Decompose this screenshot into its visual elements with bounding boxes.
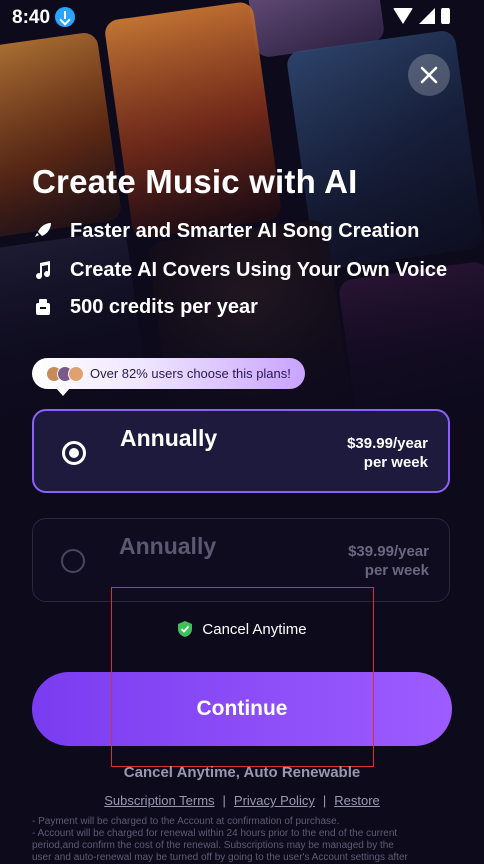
radio-unselected[interactable] <box>61 549 85 573</box>
cancel-anytime-text: Cancel Anytime <box>202 620 307 638</box>
status-bar: 8:40 <box>0 0 484 34</box>
subscription-terms-link[interactable]: Subscription Terms <box>104 793 214 808</box>
fine-print-line: - Account will be charged for renewal wi… <box>32 828 398 839</box>
plan-price: $39.99/year per week <box>348 542 429 580</box>
plan-price-sub: per week <box>363 454 428 471</box>
plan-price: $39.99/year per week <box>347 434 428 472</box>
feature-label: Faster and Smarter AI Song Creation <box>70 219 420 242</box>
music-note-icon <box>32 259 54 281</box>
popular-plan-badge: Over 82% users choose this plans! <box>32 358 305 396</box>
radio-selected[interactable] <box>62 441 86 465</box>
shield-check-icon <box>177 620 193 638</box>
fine-print-line: user and auto-renewal may be turned off … <box>32 852 408 863</box>
footer-links: Subscription Terms | Privacy Policy | Re… <box>0 793 484 808</box>
close-button[interactable] <box>408 54 450 96</box>
feature-item: Faster and Smarter AI Song Creation <box>32 216 419 246</box>
close-icon <box>420 66 438 84</box>
privacy-policy-link[interactable]: Privacy Policy <box>234 793 315 808</box>
avatar <box>68 365 84 382</box>
page-title: Create Music with AI <box>32 163 358 200</box>
plan-option-annually-selected[interactable]: Annually $39.99/year per week <box>32 409 450 493</box>
plan-name: Annually <box>120 425 218 451</box>
battery-icon <box>441 8 450 24</box>
wifi-icon <box>393 8 413 24</box>
credits-icon <box>32 296 54 318</box>
plan-name: Annually <box>119 533 217 559</box>
system-icons <box>393 8 450 24</box>
restore-link[interactable]: Restore <box>334 793 380 808</box>
feature-item: 500 credits per year <box>32 292 258 322</box>
link-separator: | <box>322 793 327 808</box>
auto-renew-text: Cancel Anytime, Auto Renewable <box>123 764 361 781</box>
user-avatars <box>46 365 84 382</box>
badge-text: Over 82% users choose this plans! <box>90 366 291 381</box>
signal-icon <box>419 8 435 24</box>
feature-item: Create AI Covers Using Your Own Voice <box>32 255 447 285</box>
fine-print-line: period,and confirm the cost of the renew… <box>32 840 394 851</box>
feature-label: Create AI Covers Using Your Own Voice <box>70 258 448 281</box>
plan-price-sub: per week <box>364 562 429 579</box>
cancel-anytime-note: Cancel Anytime <box>0 620 484 638</box>
plan-price-value: $39.99/year <box>347 435 428 452</box>
fine-print: - Payment will be charged to the Account… <box>32 816 452 864</box>
download-icon <box>55 7 75 27</box>
rocket-icon <box>32 220 54 242</box>
link-separator: | <box>222 793 226 808</box>
feature-label: 500 credits per year <box>70 295 258 318</box>
plan-option-annually[interactable]: Annually $39.99/year per week <box>32 518 450 602</box>
plan-price-value: $39.99/year <box>348 543 429 560</box>
fine-print-line: - Payment will be charged to the Account… <box>32 816 340 827</box>
status-time: 8:40 <box>12 7 51 28</box>
continue-button[interactable]: Continue <box>32 672 452 746</box>
